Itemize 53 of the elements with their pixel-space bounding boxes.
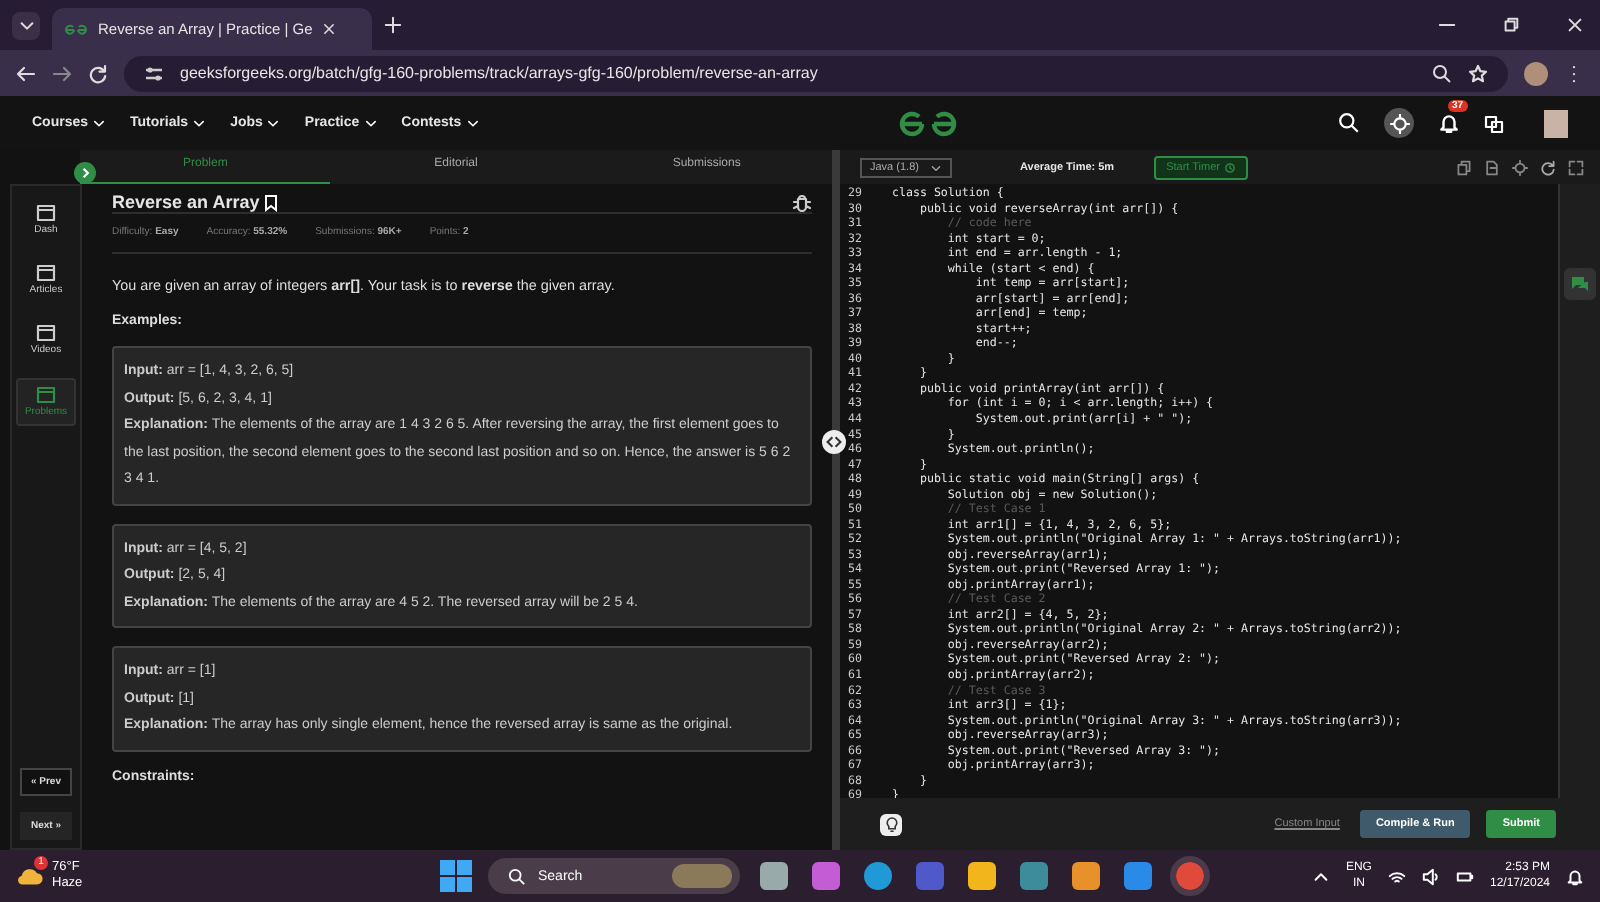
restore-icon[interactable] (1501, 16, 1519, 34)
windows-start-icon[interactable] (439, 860, 472, 892)
bookmark-icon[interactable] (263, 193, 278, 211)
site-logo-icon[interactable] (898, 109, 959, 137)
chevron-up-icon[interactable] (1311, 867, 1330, 885)
panel-icon (36, 204, 56, 224)
resize-handle[interactable] (822, 430, 846, 454)
search-icon (507, 867, 526, 885)
panel-icon (36, 264, 56, 284)
site-logo-icon (64, 21, 88, 37)
battery-icon[interactable] (1455, 867, 1474, 885)
file-icon[interactable] (1484, 159, 1500, 175)
panel-icon (36, 324, 56, 344)
code-editor[interactable] (840, 184, 1558, 798)
wifi-icon[interactable] (1387, 867, 1406, 885)
search-icon[interactable] (1338, 112, 1361, 134)
forward-icon[interactable] (52, 63, 72, 83)
close-icon[interactable] (322, 22, 337, 36)
bell-icon[interactable] (1566, 867, 1585, 885)
url-text: geeksforgeeks.org/batch/gfg-160-problems/track/arrays-gfg-160/problem/reverse-an-array (180, 64, 818, 82)
back-icon[interactable] (16, 63, 36, 83)
chat-button[interactable] (1564, 268, 1596, 300)
bookmark-star-icon[interactable] (1468, 63, 1488, 83)
expand-button[interactable] (74, 162, 96, 184)
panel-icon (36, 386, 56, 406)
zoom-icon[interactable] (1432, 63, 1452, 83)
chat-icon (1570, 274, 1590, 294)
caret-icon (930, 161, 942, 173)
caret-icon (92, 116, 107, 130)
lightbulb-icon (883, 816, 899, 832)
caret-icon (266, 116, 281, 130)
lightbulb-button[interactable] (880, 813, 902, 835)
arrows-icon (826, 434, 842, 450)
speaker-icon[interactable] (1421, 867, 1440, 885)
profile-avatar[interactable] (1524, 61, 1548, 85)
reload-icon[interactable] (88, 63, 108, 83)
bell-icon[interactable] (1438, 112, 1461, 134)
new-tab-icon[interactable] (384, 16, 402, 34)
close-icon[interactable] (1565, 16, 1583, 34)
user-avatar[interactable] (1544, 109, 1569, 137)
problem-title: Reverse an Array (112, 192, 260, 212)
address-bar[interactable]: geeksforgeeks.org/batch/gfg-160-problems/track/arrays-gfg-160/problem/reverse-an-array (124, 55, 1508, 91)
reset-icon[interactable] (1540, 159, 1556, 175)
caret-icon (192, 116, 207, 130)
copy-icon[interactable] (1456, 159, 1472, 175)
caret-icon (363, 116, 378, 130)
chevron-icon (78, 166, 92, 180)
bug-icon[interactable] (792, 192, 812, 212)
tab-list-icon[interactable] (17, 16, 35, 34)
site-settings-icon (144, 65, 164, 81)
fullscreen-icon[interactable] (1568, 159, 1584, 175)
clock-icon (1223, 161, 1236, 173)
caret-icon (465, 116, 480, 130)
